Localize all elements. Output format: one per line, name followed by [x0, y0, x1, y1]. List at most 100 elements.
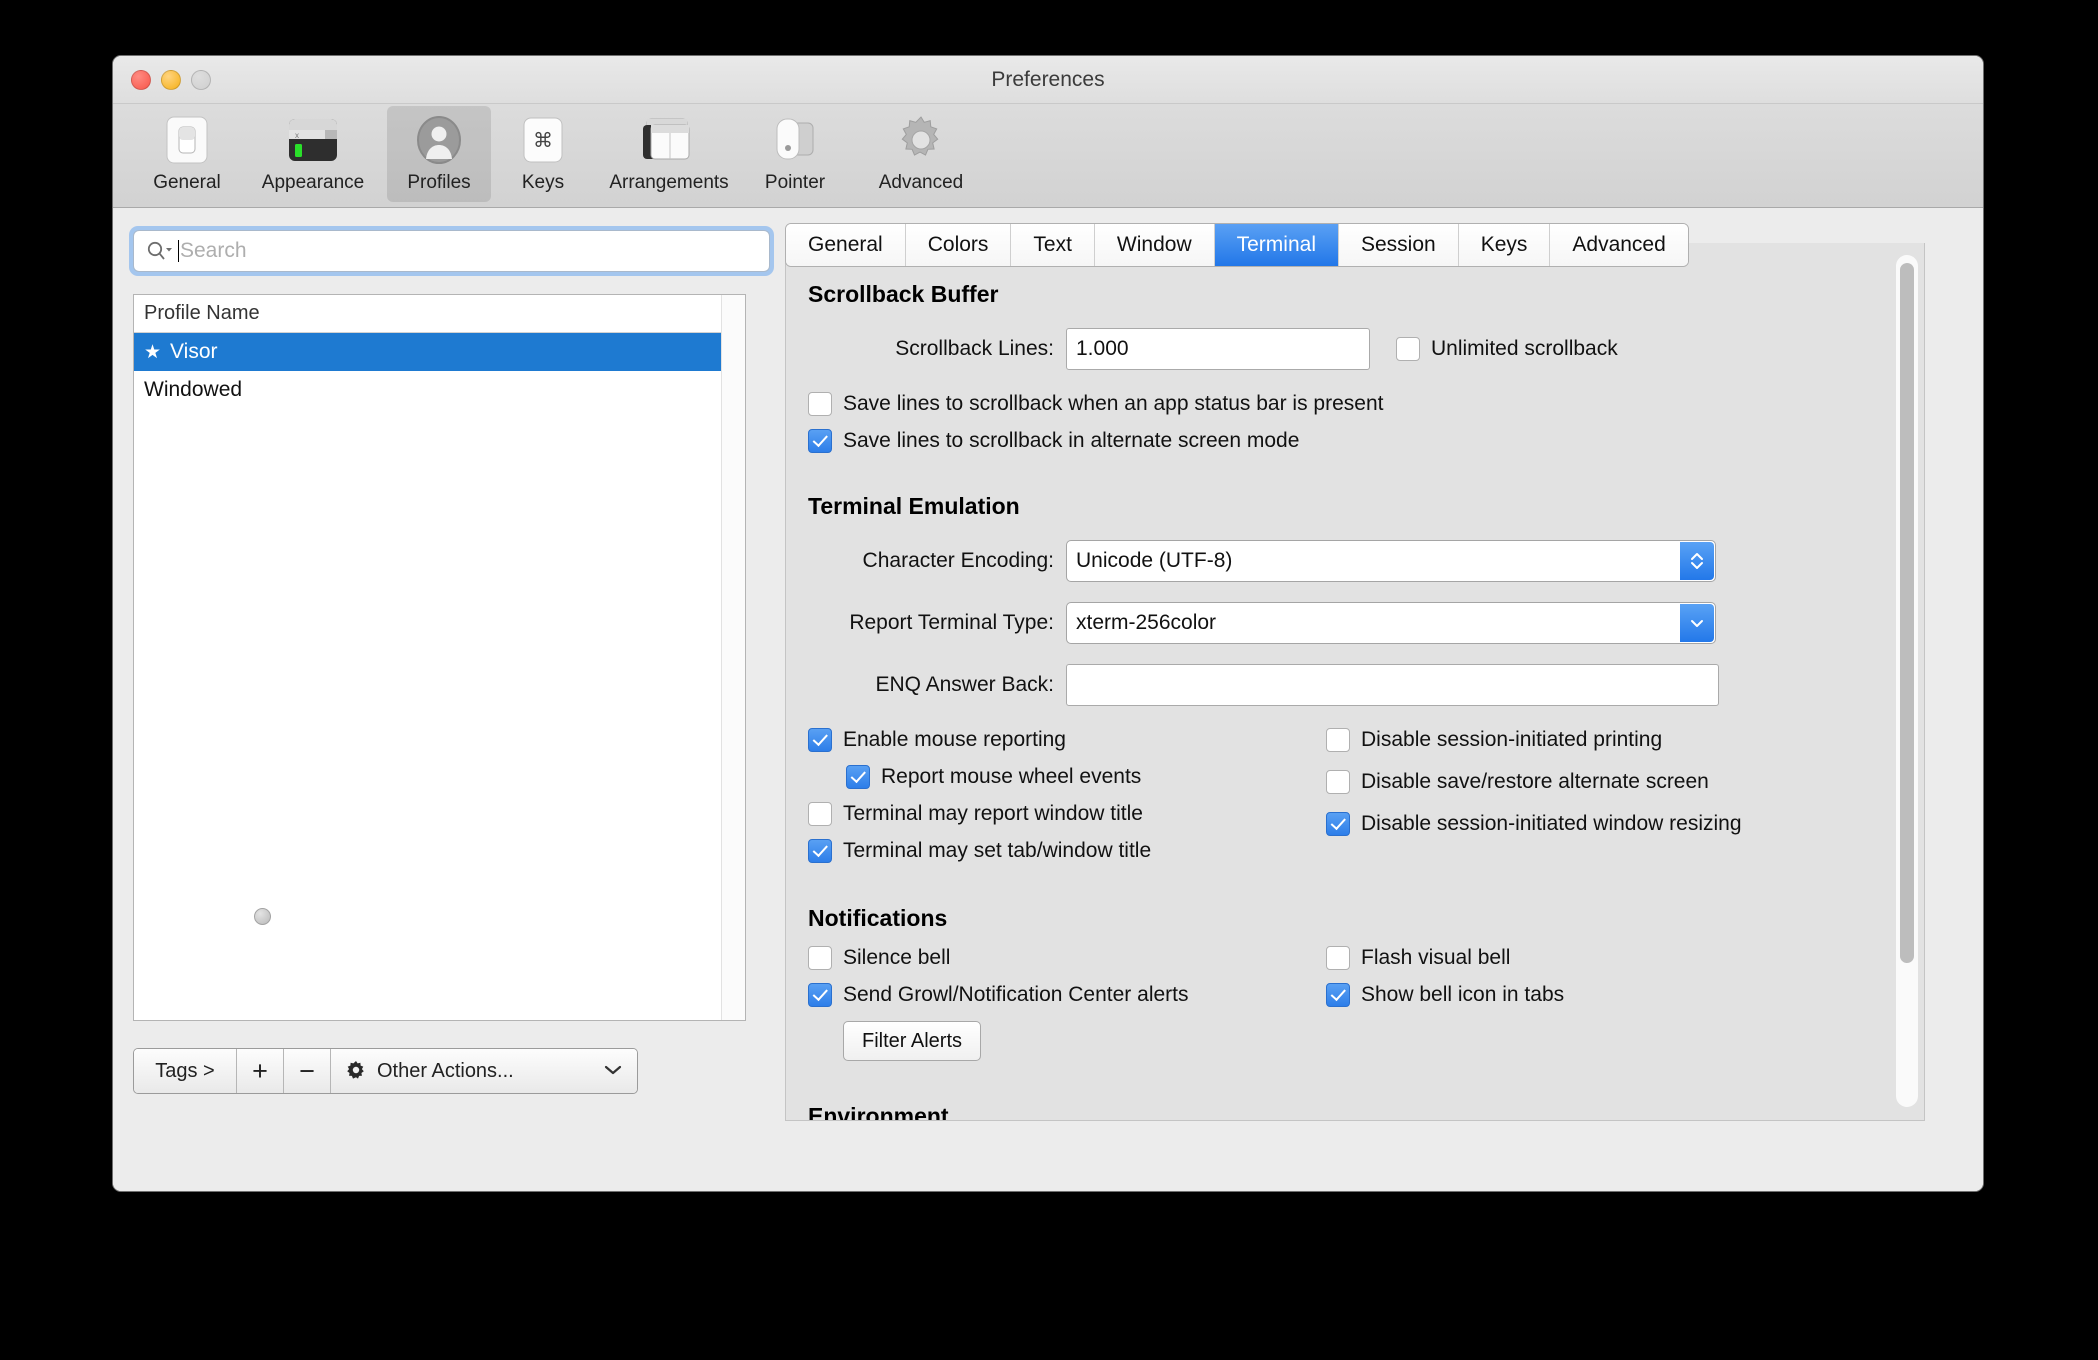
toolbar-item-appearance[interactable]: x Appearance — [239, 106, 387, 202]
save-alt-screen-label: Save lines to scrollback in alternate sc… — [843, 429, 1300, 452]
section-title-scrollback: Scrollback Buffer — [808, 281, 999, 307]
emulation-options: Enable mouse reporting Report mouse whee… — [786, 728, 1924, 863]
toolbar-item-label: Pointer — [764, 172, 826, 193]
tab-window[interactable]: Window — [1094, 224, 1215, 266]
panel-scrollbar-thumb[interactable] — [1900, 263, 1914, 963]
character-encoding-select[interactable]: Unicode (UTF-8) — [1066, 540, 1716, 582]
enq-answer-back-row: ENQ Answer Back: — [786, 664, 1924, 706]
search-placeholder: Search — [180, 239, 247, 262]
window-title: Preferences — [991, 68, 1105, 91]
terminal-icon: x — [287, 114, 339, 166]
toolbar-item-label: Profiles — [407, 172, 471, 193]
profiles-sidebar: Search Profile Name ★ Visor Windowed Tag… — [113, 208, 774, 1191]
report-mouse-wheel-checkbox[interactable] — [846, 765, 870, 789]
settings-pane: General Colors Text Window Terminal Sess… — [766, 208, 1983, 1191]
flash-visual-bell-checkbox[interactable] — [1326, 946, 1350, 970]
disable-printing-row: Disable session-initiated printing — [1326, 728, 1886, 752]
search-container: Search — [129, 226, 774, 276]
profile-list-header: Profile Name — [134, 295, 745, 333]
stepper-updown-icon[interactable] — [1680, 542, 1714, 580]
add-profile-button[interactable]: + — [237, 1049, 284, 1093]
silence-bell-row: Silence bell — [808, 946, 1326, 970]
disable-printing-checkbox[interactable] — [1326, 728, 1350, 752]
terminal-report-window-title-row: Terminal may report window title — [808, 802, 1326, 826]
tags-button[interactable]: Tags > — [134, 1049, 237, 1093]
other-actions-menu[interactable]: Other Actions... — [331, 1049, 637, 1093]
toolbar-item-label: General — [153, 172, 221, 193]
chevron-down-icon[interactable] — [1680, 604, 1714, 642]
tab-label: Window — [1116, 233, 1192, 256]
toolbar-item-label: Keys — [521, 172, 565, 193]
silence-bell-checkbox[interactable] — [808, 946, 832, 970]
column-header-profile-name: Profile Name — [144, 302, 260, 324]
other-actions-label: Other Actions... — [377, 1059, 514, 1082]
tab-colors[interactable]: Colors — [905, 224, 1012, 266]
save-status-bar-checkbox[interactable] — [808, 392, 832, 416]
disable-window-resizing-label: Disable session-initiated window resizin… — [1361, 812, 1742, 835]
tab-general[interactable]: General — [786, 224, 906, 266]
disable-window-resizing-row: Disable session-initiated window resizin… — [1326, 812, 1886, 836]
windows-icon — [639, 114, 699, 166]
list-item-label: Windowed — [144, 378, 243, 401]
terminal-set-tab-title-checkbox[interactable] — [808, 839, 832, 863]
enq-answer-back-input[interactable] — [1066, 664, 1719, 706]
list-item[interactable]: ★ Visor — [134, 333, 745, 371]
tab-label: Keys — [1480, 233, 1528, 256]
gear-icon — [896, 114, 946, 166]
report-mouse-wheel-row: Report mouse wheel events — [846, 765, 1326, 789]
tab-label: Session — [1360, 233, 1436, 256]
minus-icon: − — [299, 1055, 315, 1086]
svg-text:x: x — [295, 131, 299, 140]
tab-advanced[interactable]: Advanced — [1550, 224, 1688, 266]
scrollback-lines-row: Scrollback Lines: 1.000 Unlimited scroll… — [786, 328, 1924, 370]
save-alt-screen-checkbox[interactable] — [808, 429, 832, 453]
notification-options-right: Flash visual bell Show bell icon in tabs — [1326, 946, 1886, 1061]
show-bell-icon-checkbox[interactable] — [1326, 983, 1350, 1007]
save-status-bar-row: Save lines to scrollback when an app sta… — [808, 392, 1924, 416]
mouse-icon — [769, 114, 821, 166]
tab-text[interactable]: Text — [1011, 224, 1095, 266]
profile-list-scrollbar[interactable] — [721, 295, 745, 1020]
notification-options-left: Silence bell Send Growl/Notification Cen… — [786, 946, 1326, 1061]
flash-visual-bell-label: Flash visual bell — [1361, 946, 1511, 969]
enable-mouse-reporting-row: Enable mouse reporting — [808, 728, 1326, 752]
disable-alt-screen-label: Disable save/restore alternate screen — [1361, 770, 1709, 793]
disable-alt-screen-checkbox[interactable] — [1326, 770, 1350, 794]
split-view-handle[interactable] — [254, 908, 271, 925]
flash-visual-bell-row: Flash visual bell — [1326, 946, 1886, 970]
toolbar-item-keys[interactable]: ⌘ Keys — [491, 106, 595, 202]
tab-session[interactable]: Session — [1338, 224, 1459, 266]
send-growl-alerts-label: Send Growl/Notification Center alerts — [843, 983, 1189, 1006]
notification-options: Silence bell Send Growl/Notification Cen… — [786, 946, 1924, 1061]
tab-terminal[interactable]: Terminal — [1214, 224, 1339, 266]
svg-text:⌘: ⌘ — [533, 130, 553, 152]
unlimited-scrollback-checkbox[interactable] — [1396, 337, 1420, 361]
search-icon — [146, 240, 174, 262]
enable-mouse-reporting-checkbox[interactable] — [808, 728, 832, 752]
disable-window-resizing-checkbox[interactable] — [1326, 812, 1350, 836]
toolbar-item-pointer[interactable]: Pointer — [743, 106, 847, 202]
terminal-report-window-title-checkbox[interactable] — [808, 802, 832, 826]
list-item[interactable]: Windowed — [134, 371, 745, 409]
profile-list[interactable]: Profile Name ★ Visor Windowed — [133, 294, 746, 1021]
report-terminal-type-value: xterm-256color — [1076, 611, 1217, 634]
send-growl-alerts-checkbox[interactable] — [808, 983, 832, 1007]
toolbar-item-arrangements[interactable]: Arrangements — [595, 106, 743, 202]
filter-alerts-button[interactable]: Filter Alerts — [843, 1021, 982, 1061]
enable-mouse-reporting-label: Enable mouse reporting — [843, 728, 1066, 751]
search-input[interactable]: Search — [133, 230, 770, 272]
preferences-window: Preferences General x Appearance Profile… — [112, 55, 1984, 1192]
list-item-label: Visor — [170, 340, 218, 363]
toolbar-item-profiles[interactable]: Profiles — [387, 106, 491, 202]
scrollback-lines-input[interactable]: 1.000 — [1066, 328, 1370, 370]
report-terminal-type-select[interactable]: xterm-256color — [1066, 602, 1716, 644]
toolbar-item-general[interactable]: General — [135, 106, 239, 202]
toolbar-item-advanced[interactable]: Advanced — [847, 106, 995, 202]
emulation-options-left: Enable mouse reporting Report mouse whee… — [786, 728, 1326, 863]
remove-profile-button[interactable]: − — [284, 1049, 331, 1093]
silence-bell-label: Silence bell — [843, 946, 951, 969]
tab-keys[interactable]: Keys — [1458, 224, 1551, 266]
window-body: Search Profile Name ★ Visor Windowed Tag… — [113, 208, 1983, 1191]
text-cursor — [178, 240, 179, 262]
settings-tab-bar: General Colors Text Window Terminal Sess… — [785, 223, 1689, 267]
